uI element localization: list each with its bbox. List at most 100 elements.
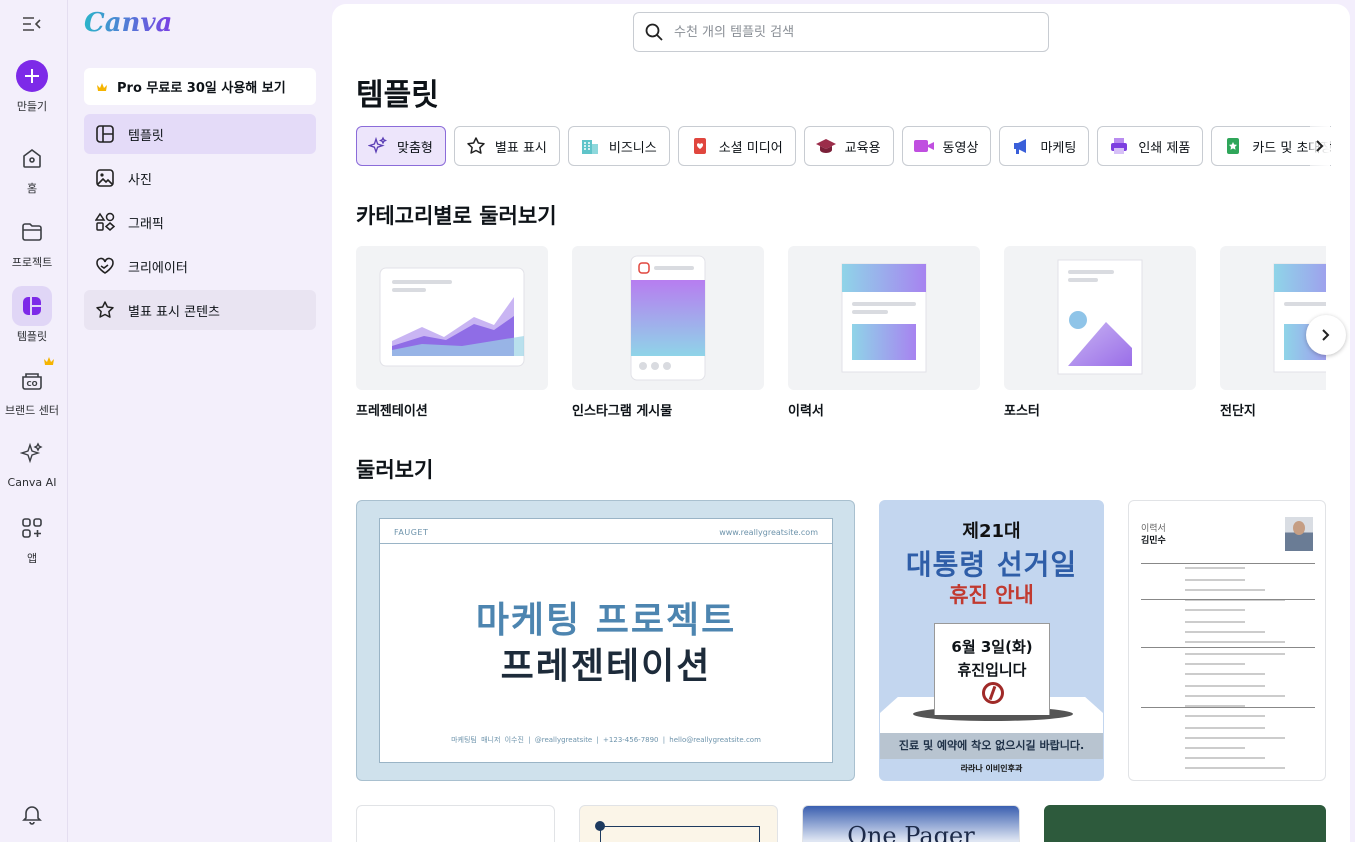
template-card-6[interactable]: One Pager: [802, 805, 1020, 842]
chip-social-media[interactable]: 소셜 미디어: [677, 126, 796, 166]
poster-closed: 휴진입니다: [957, 661, 1027, 679]
sparkle-icon: [367, 135, 389, 157]
nav-item-graphics[interactable]: 그래픽: [84, 202, 316, 242]
chips-scroll-right[interactable]: [1310, 126, 1330, 166]
search-input[interactable]: [674, 24, 1034, 40]
templates-icon: [12, 286, 52, 326]
category-poster[interactable]: 포스터: [1004, 246, 1196, 419]
chip-label: 동영상: [942, 140, 979, 156]
resume-text-line: [1185, 727, 1265, 729]
nav-item-starred[interactable]: 별표 표시 콘텐츠: [84, 290, 316, 330]
rail-item-brand[interactable]: CO 브랜드 센터: [0, 357, 64, 418]
chevron-right-icon: [1316, 140, 1324, 152]
search-icon: [645, 23, 663, 41]
ballot-paper: 6월 3일(화) 휴진입니다: [934, 623, 1050, 715]
nav-item-creators[interactable]: 크리에이터: [84, 246, 316, 286]
category-thumbnail: [356, 246, 548, 390]
template-card-4[interactable]: [356, 805, 555, 842]
collapse-menu-icon[interactable]: [20, 12, 44, 36]
nav-label: 템플릿: [128, 128, 164, 144]
category-instagram[interactable]: 인스타그램 게시물: [572, 246, 764, 419]
search-bar[interactable]: [633, 12, 1049, 52]
chip-starred[interactable]: 별표 표시: [453, 126, 560, 166]
categories-title: 카테고리별로 둘러보기: [356, 204, 557, 228]
resume-text-line: [1185, 579, 1245, 581]
category-resume[interactable]: 이력서: [788, 246, 980, 419]
image-icon: [94, 167, 116, 189]
poster-notice: 진료 및 예약에 착오 없으시길 바랍니다.: [880, 733, 1103, 759]
chip-video[interactable]: 동영상: [901, 126, 992, 166]
brand-icon: CO: [12, 360, 52, 400]
folder-icon: [12, 212, 52, 252]
carousel-next-button[interactable]: [1306, 315, 1346, 355]
resume-text-line: [1185, 757, 1265, 759]
poster-line-2: 대통령 선거일: [905, 548, 1078, 581]
heart-card-icon: [689, 135, 711, 157]
resume-rule: [1141, 647, 1315, 648]
resume-text-line: [1185, 609, 1245, 611]
category-thumbnail: [1004, 246, 1196, 390]
create-button[interactable]: [16, 60, 48, 92]
template-card-resume[interactable]: 이력서 김민수: [1128, 500, 1326, 781]
printer-icon: [1108, 135, 1130, 157]
frame-decoration: [600, 826, 760, 842]
rail-label: 앱: [26, 552, 38, 565]
chevron-right-icon: [1322, 329, 1330, 341]
chip-print[interactable]: 인쇄 제품: [1097, 126, 1204, 166]
rail-item-home[interactable]: 홈: [0, 138, 64, 196]
pro-trial-button[interactable]: Pro 무료로 30일 사용해 보기: [84, 68, 316, 105]
template-card-7[interactable]: [1044, 805, 1326, 842]
category-label: 프레젠테이션: [356, 404, 428, 419]
category-label: 이력서: [788, 404, 824, 419]
megaphone-icon: [1010, 135, 1032, 157]
template-card-poster[interactable]: 제21대 대통령 선거일 휴진 안내 6월 3일(화) 휴진입니다 진료 및 예…: [879, 500, 1104, 781]
template-card-5[interactable]: [579, 805, 778, 842]
template-card-presentation[interactable]: FAUGET www.reallygreatsite.com 마케팅 프로젝트 …: [356, 500, 855, 781]
graduation-cap-icon: [815, 135, 837, 157]
main-content: 템플릿 맞춤형 별표 표시 비즈니스 소셜 미디어 교육용 동영상 마케팅: [332, 4, 1350, 842]
resume-text-line: [1185, 715, 1265, 717]
nav-label: 별표 표시 콘텐츠: [128, 304, 220, 320]
card-icon: [1222, 135, 1244, 157]
rail-label: Canva AI: [7, 476, 57, 489]
poster-line-1: 제21대: [962, 521, 1021, 542]
resume-text-line: [1185, 653, 1285, 655]
left-rail: 만들기 홈 프로젝트 템플릿 CO 브랜드 센터 Canva AI 앱: [0, 0, 68, 842]
star-icon: [94, 299, 116, 321]
nav-item-templates[interactable]: 템플릿: [84, 114, 316, 154]
crown-icon: [97, 82, 107, 91]
poster-clinic: 라라나 이비인후과: [960, 764, 1023, 773]
rail-item-templates[interactable]: 템플릿: [0, 286, 64, 344]
chip-marketing[interactable]: 마케팅: [999, 126, 1090, 166]
category-label: 전단지: [1220, 404, 1256, 419]
chip-business[interactable]: 비즈니스: [567, 126, 670, 166]
resume-text-line: [1185, 641, 1285, 643]
crown-icon: [44, 357, 54, 365]
category-presentation[interactable]: 프레젠테이션: [356, 246, 548, 419]
chip-label: 비즈니스: [608, 140, 657, 156]
poster-date: 6월 3일(화): [951, 638, 1033, 656]
divider: [380, 543, 832, 544]
chip-label: 마케팅: [1040, 140, 1077, 156]
apps-icon: [12, 508, 52, 548]
chip-label: 소셜 미디어: [718, 140, 783, 156]
star-icon: [465, 135, 487, 157]
nav-label: 크리에이터: [128, 260, 188, 276]
rail-item-apps[interactable]: 앱: [0, 508, 64, 566]
vote-stamp-icon: [982, 682, 1004, 704]
resume-text-line: [1185, 621, 1245, 623]
canva-logo[interactable]: Canva: [84, 8, 172, 38]
chip-education[interactable]: 교육용: [803, 126, 894, 166]
rail-item-projects[interactable]: 프로젝트: [0, 212, 64, 270]
notifications-button[interactable]: [0, 794, 64, 834]
one-pager-title: One Pager: [847, 822, 975, 842]
category-thumbnail: [1220, 246, 1326, 390]
nav-item-photos[interactable]: 사진: [84, 158, 316, 198]
svg-text:CO: CO: [26, 380, 37, 388]
rail-item-canva-ai[interactable]: Canva AI: [0, 434, 64, 489]
category-chips: 맞춤형 별표 표시 비즈니스 소셜 미디어 교육용 동영상 마케팅 인쇄 제품: [356, 126, 1331, 166]
resume-text-line: [1185, 567, 1245, 569]
chip-personalized[interactable]: 맞춤형: [356, 126, 446, 166]
plus-icon: [25, 69, 39, 83]
resume-text-line: [1185, 663, 1245, 665]
